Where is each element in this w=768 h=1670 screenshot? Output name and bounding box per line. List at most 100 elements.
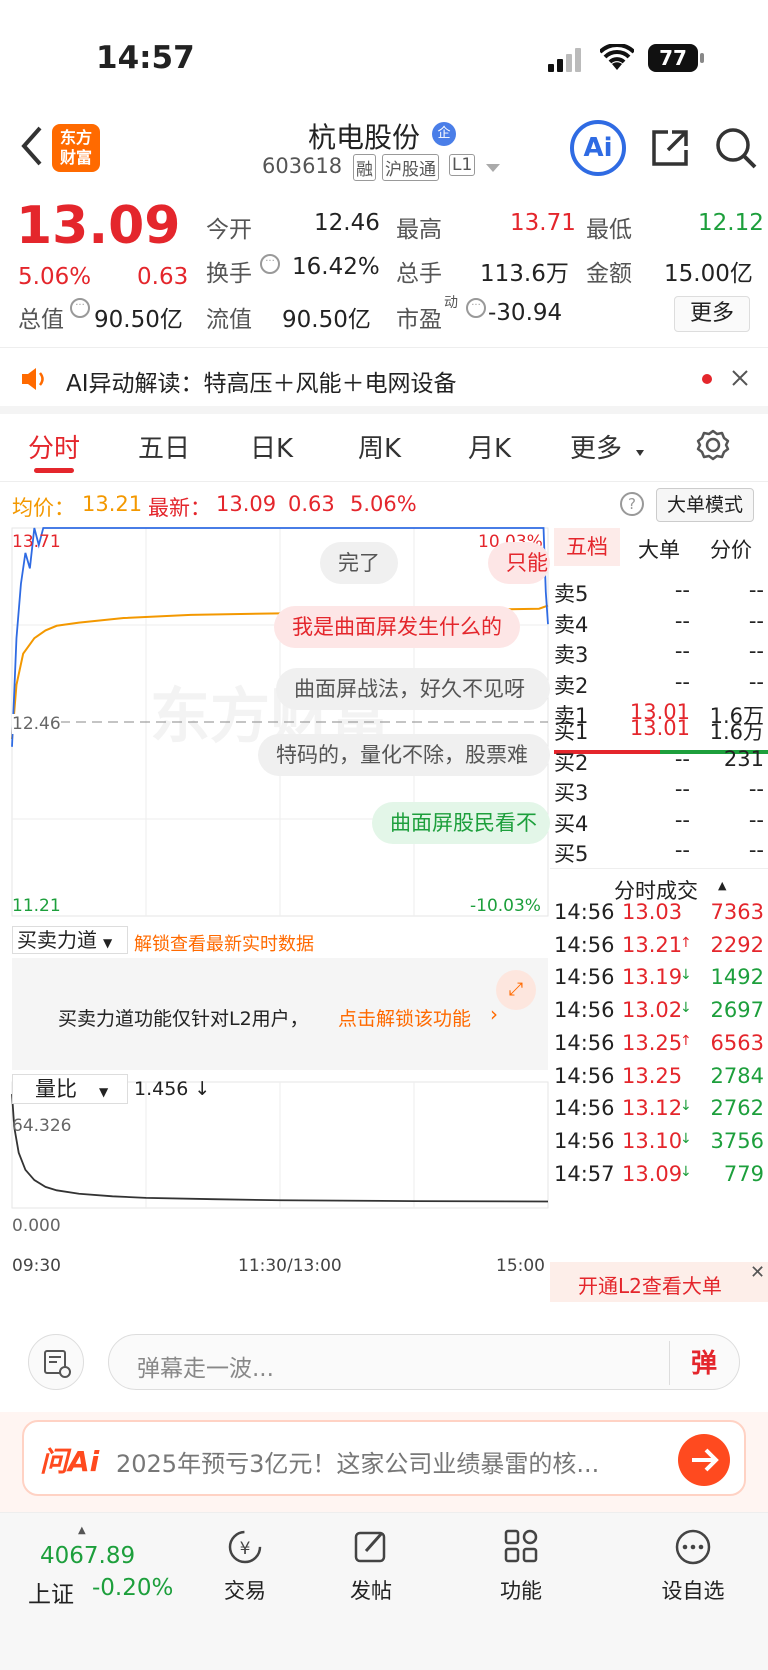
tick-row: 14:56 13.25 2784 bbox=[550, 1064, 768, 1096]
ticks-header[interactable]: 分时成交 ▲ bbox=[550, 868, 768, 904]
arrow-right-icon[interactable] bbox=[678, 1434, 730, 1486]
post-list-icon[interactable] bbox=[28, 1334, 84, 1390]
tick-row: 14:56 13.03 7363 bbox=[550, 900, 768, 932]
more-button[interactable]: 更多 bbox=[674, 296, 750, 332]
tick-time: 14:56 bbox=[554, 932, 615, 957]
caret-up-icon: ▲ bbox=[78, 1525, 86, 1536]
tab-weekly[interactable]: 周K bbox=[358, 428, 401, 465]
turnover-label: 换手 bbox=[206, 261, 252, 287]
y-min-label: 11.21 bbox=[12, 896, 61, 916]
y-min-pct: -10.03% bbox=[470, 896, 541, 916]
ask-row: 卖4 -- -- bbox=[550, 609, 768, 641]
mcap-value: 90.50亿 bbox=[94, 307, 183, 333]
index-name: 上证 bbox=[28, 1582, 74, 1608]
stock-name: 杭电股份 bbox=[308, 121, 421, 154]
battery-cap bbox=[700, 53, 704, 63]
tick-direction: ↑ bbox=[680, 934, 692, 951]
order-book: 五档 大单 分价 卖5 -- -- 卖4 -- -- 卖3 -- -- 卖2 -- -- 卖1 13.01… bbox=[550, 528, 768, 1312]
tab-watchlist[interactable]: 设自选 bbox=[648, 1527, 738, 1607]
tick-time: 14:56 bbox=[554, 1128, 615, 1153]
l2-promo[interactable]: 开通L2查看大单 ✕ bbox=[550, 1262, 768, 1302]
force-unlock-link[interactable]: 解锁查看最新实时数据 bbox=[134, 930, 314, 956]
input-divider bbox=[669, 1341, 670, 1385]
y-mid-label: 12.46 bbox=[12, 714, 61, 734]
info-icon[interactable]: ··· bbox=[70, 298, 90, 318]
notification-dot bbox=[702, 374, 712, 384]
tick-price: 13.03 bbox=[622, 900, 683, 924]
tab-five-day[interactable]: 五日 bbox=[138, 428, 190, 465]
tag-margin: 融 bbox=[353, 154, 376, 181]
open-value: 12.46 bbox=[314, 210, 380, 236]
info-icon[interactable]: ··· bbox=[466, 298, 486, 318]
tab-big-order[interactable]: 大单 bbox=[638, 534, 680, 564]
block-order-mode-button[interactable]: 大单模式 bbox=[656, 488, 754, 522]
tick-volume: 6563 bbox=[710, 1030, 764, 1055]
tick-volume: 2762 bbox=[710, 1096, 764, 1121]
tick-volume: 779 bbox=[723, 1161, 764, 1186]
danmaku-input[interactable]: 弹幕走一波... 弹 bbox=[108, 1334, 740, 1390]
stock-header: 东方 财富 杭电股份 企 603618 融 沪股通 L1 Ai bbox=[0, 112, 768, 192]
last-price: 13.09 bbox=[16, 196, 181, 256]
search-icon[interactable] bbox=[714, 126, 758, 174]
bid-vol: 1.6万 bbox=[709, 720, 764, 744]
tab-functions[interactable]: 功能 bbox=[476, 1527, 566, 1607]
share-icon[interactable] bbox=[650, 128, 690, 172]
ratio-selector[interactable]: 量比 ▼ bbox=[12, 1074, 128, 1104]
tick-time: 14:56 bbox=[554, 1030, 615, 1055]
tab-monthly[interactable]: 月K bbox=[468, 428, 511, 465]
tick-row: 14:56 13.25 ↑ 6563 bbox=[550, 1031, 768, 1063]
trade-icon: ¥ bbox=[228, 1530, 262, 1564]
chevron-down-icon[interactable] bbox=[486, 164, 500, 172]
battery-icon: 77 bbox=[648, 44, 698, 72]
danmaku-bubble: 完了 bbox=[320, 542, 398, 584]
danmaku-placeholder: 弹幕走一波... bbox=[137, 1356, 274, 1382]
tab-more[interactable]: 更多 bbox=[570, 428, 622, 465]
tick-time: 14:56 bbox=[554, 1063, 615, 1088]
amount-label: 金额 bbox=[586, 261, 632, 287]
comment-bar: 弹幕走一波... 弹 bbox=[0, 1312, 768, 1412]
tab-post-label: 发帖 bbox=[350, 1579, 392, 1603]
tick-volume: 2697 bbox=[710, 998, 764, 1023]
float-value: 90.50亿 bbox=[282, 307, 371, 333]
ratio-max-label: 64.326 bbox=[12, 1116, 72, 1136]
tab-daily[interactable]: 日K bbox=[250, 428, 293, 465]
info-icon[interactable]: ··· bbox=[260, 254, 280, 274]
tag-hkconnect: 沪股通 bbox=[382, 154, 439, 181]
eastmoney-logo[interactable]: 东方 财富 bbox=[52, 124, 100, 172]
period-tabs: 分时 五日 日K 周K 月K 更多 bbox=[0, 414, 768, 482]
force-selector[interactable]: 买卖力道 ▼ bbox=[12, 926, 128, 954]
tab-intraday[interactable]: 分时 bbox=[28, 428, 80, 465]
close-icon[interactable]: ✕ bbox=[750, 1262, 765, 1283]
bid-price: -- bbox=[674, 838, 690, 863]
danmaku-send-button[interactable]: 弹 bbox=[691, 1343, 717, 1380]
force-unlock-button[interactable]: 点击解锁该功能 bbox=[338, 1004, 471, 1031]
l2-promo-text: 开通L2查看大单 bbox=[578, 1274, 722, 1298]
tab-post[interactable]: 发帖 bbox=[326, 1527, 416, 1607]
wenai-text: 2025年预亏3亿元！这家公司业绩暴雷的核... bbox=[116, 1450, 600, 1478]
wenai-input[interactable]: 问Ai 2025年预亏3亿元！这家公司业绩暴雷的核... bbox=[22, 1420, 746, 1496]
ask-price: -- bbox=[674, 578, 690, 602]
expand-icon[interactable]: ⤢ bbox=[496, 970, 536, 1010]
high-value: 13.71 bbox=[510, 210, 576, 236]
tab-trade[interactable]: ¥ 交易 bbox=[200, 1527, 290, 1607]
x-label-open: 09:30 bbox=[12, 1256, 61, 1276]
status-bar: 14:57 77 bbox=[0, 0, 768, 110]
back-icon[interactable] bbox=[18, 124, 44, 172]
help-icon[interactable]: ? bbox=[620, 492, 644, 516]
bid-vol: 231 bbox=[723, 746, 764, 771]
danmaku-bubble: 我是曲面屏发生什么的 bbox=[274, 606, 520, 648]
tab-five-level[interactable]: 五档 bbox=[554, 528, 620, 566]
ratio-title: 量比 bbox=[35, 1077, 77, 1101]
tab-price-dist[interactable]: 分价 bbox=[710, 534, 752, 564]
tick-price: 13.25 bbox=[622, 1030, 683, 1055]
ai-button[interactable]: Ai bbox=[570, 120, 626, 176]
bid-row: 买2 -- 231 bbox=[550, 747, 768, 779]
ask-label: 卖3 bbox=[554, 643, 589, 668]
force-title: 买卖力道 bbox=[17, 928, 97, 952]
ai-banner[interactable]: AI异动解读：特高压＋风能＋电网设备 bbox=[0, 348, 768, 414]
edit-icon bbox=[354, 1531, 386, 1563]
gear-icon[interactable] bbox=[696, 428, 730, 466]
tick-row: 14:56 13.19 ↓ 1492 bbox=[550, 965, 768, 997]
index-widget[interactable]: ▲ 4067.89 上证 -0.20% bbox=[0, 1513, 173, 1613]
close-icon[interactable] bbox=[730, 368, 750, 392]
